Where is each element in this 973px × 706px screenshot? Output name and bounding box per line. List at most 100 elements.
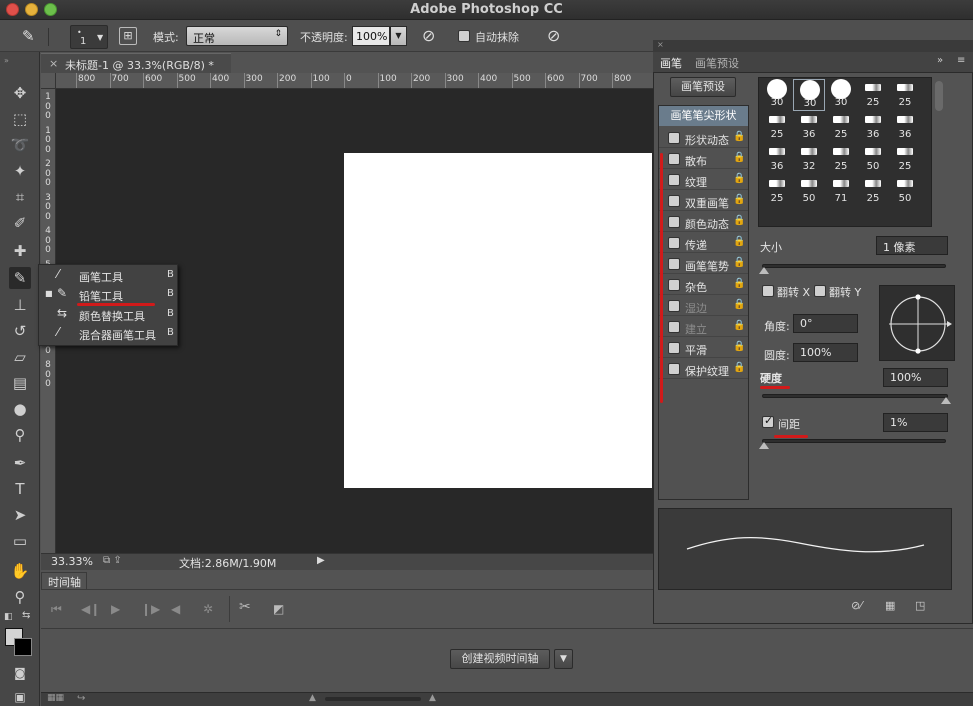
document-canvas[interactable] (344, 153, 652, 488)
pressure-opacity-icon[interactable]: ⊘ (422, 26, 435, 45)
flyout-item-color-replacement[interactable]: ⇆ 颜色替换工具 B (39, 305, 177, 324)
brush-tip-cell[interactable]: 32 (793, 143, 825, 175)
open-preset-manager-icon[interactable]: ▦ (885, 599, 895, 612)
dodge-tool-icon[interactable]: ⚲ (9, 424, 31, 446)
angle-roundness-widget[interactable] (879, 285, 955, 361)
lock-icon[interactable]: 🔒 (733, 173, 745, 184)
spacing-input[interactable]: 1% (883, 413, 948, 432)
gradient-tool-icon[interactable]: ▤ (9, 372, 31, 394)
brush-tip-cell[interactable]: 71 (825, 175, 857, 207)
brush-tip-cell[interactable]: 25 (889, 143, 921, 175)
lock-icon[interactable]: 🔒 (733, 362, 745, 373)
tab-brush-presets[interactable]: 画笔预设 (695, 55, 739, 71)
eraser-tool-icon[interactable]: ▱ (9, 346, 31, 368)
convert-icon[interactable]: ↪ (77, 693, 85, 704)
brush-setting-checkbox[interactable] (668, 279, 680, 291)
spacing-slider[interactable] (762, 439, 946, 443)
first-frame-icon[interactable]: ⏮ (51, 602, 62, 617)
lock-icon[interactable]: 🔒 (733, 131, 745, 142)
pen-tool-icon[interactable]: ✒ (9, 452, 31, 474)
pencil-tool-icon[interactable]: ✎ (9, 267, 31, 289)
flyout-item-mixer-brush[interactable]: ⁄ 混合器画笔工具 B (39, 324, 177, 343)
brush-setting-item[interactable]: 形状动态 🔒 (659, 129, 748, 148)
brush-setting-checkbox[interactable] (668, 258, 680, 270)
brush-tip-cell[interactable]: 25 (761, 111, 793, 143)
swap-colors-icon[interactable]: ⇆ (22, 610, 30, 621)
collapse-panel-icon[interactable]: » (937, 55, 943, 66)
brush-setting-checkbox[interactable] (668, 342, 680, 354)
scissors-icon[interactable]: ✂ (239, 599, 251, 615)
brush-tip-cell[interactable]: 25 (761, 175, 793, 207)
healing-brush-tool-icon[interactable]: ✚ (9, 240, 31, 262)
document-tab[interactable]: × 未标题-1 @ 33.3%(RGB/8) * (41, 53, 231, 73)
path-selection-tool-icon[interactable]: ➤ (9, 504, 31, 526)
grid-icon[interactable]: ▦▦ (47, 693, 64, 703)
default-colors-icon[interactable]: ◧ (4, 612, 13, 622)
spacing-checkbox[interactable]: ✓ (762, 414, 774, 428)
pencil-tool-preset-icon[interactable]: ✎ (22, 27, 35, 45)
blur-tool-icon[interactable]: ● (9, 398, 31, 420)
crop-tool-icon[interactable]: ⌗ (9, 186, 31, 208)
brush-tip-cell[interactable]: 25 (857, 175, 889, 207)
play-icon[interactable]: ▶ (111, 602, 120, 616)
lock-icon[interactable]: 🔒 (733, 299, 745, 310)
brush-tip-grid[interactable]: 30 30 30 25 25 25 36 25 36 36 36 32 25 50 25 25 50 71 25 50 (758, 77, 932, 227)
rectangle-tool-icon[interactable]: ▭ (9, 530, 31, 552)
brush-setting-item[interactable]: 双重画笔 🔒 (659, 192, 748, 211)
mode-select[interactable]: 正常 ⇕ (186, 26, 288, 46)
create-video-timeline-button[interactable]: 创建视频时间轴 (450, 649, 550, 669)
brush-tip-cell[interactable]: 36 (857, 111, 889, 143)
brush-tip-cell[interactable]: 30 (761, 79, 793, 111)
ruler-origin[interactable] (41, 73, 56, 89)
hardness-input[interactable]: 100% (883, 368, 948, 387)
brush-setting-checkbox[interactable] (668, 300, 680, 312)
brush-size-picker[interactable]: • 1 ▼ (70, 25, 108, 49)
background-color-swatch[interactable] (14, 638, 32, 656)
brush-panel-toggle-icon[interactable]: ⊞ (119, 27, 137, 45)
brush-tip-cell[interactable]: 36 (889, 111, 921, 143)
brush-setting-item[interactable]: 颜色动态 🔒 (659, 213, 748, 232)
brush-tip-cell[interactable]: 50 (857, 143, 889, 175)
next-frame-icon[interactable]: ❙▶ (141, 602, 160, 616)
brush-setting-item[interactable]: 散布 🔒 (659, 150, 748, 169)
brush-tip-cell[interactable]: 50 (889, 175, 921, 207)
history-brush-tool-icon[interactable]: ↺ (9, 320, 31, 342)
pressure-size-icon[interactable]: ⊘ (547, 26, 560, 45)
size-slider[interactable] (762, 264, 946, 268)
brush-setting-item[interactable]: 传递 🔒 (659, 234, 748, 253)
hardness-slider-thumb[interactable] (941, 397, 951, 404)
panel-menu-icon[interactable]: ≡ (957, 55, 965, 66)
share-icon[interactable]: ⧉ ⇪ (103, 555, 122, 566)
settings-gear-icon[interactable]: ✲ (203, 602, 213, 616)
play-arrow-icon[interactable]: ▶ (317, 555, 325, 566)
brush-tip-cell[interactable]: 36 (761, 143, 793, 175)
brush-setting-checkbox[interactable] (668, 174, 680, 186)
angle-input[interactable]: 0° (793, 314, 858, 333)
brush-setting-checkbox[interactable] (668, 321, 680, 333)
lock-icon[interactable]: 🔒 (733, 257, 745, 268)
brush-setting-item[interactable]: 杂色 🔒 (659, 276, 748, 295)
hand-tool-icon[interactable]: ✋ (9, 560, 31, 582)
close-icon[interactable]: × (657, 40, 664, 49)
create-new-brush-icon[interactable]: ◳ (915, 599, 925, 612)
brush-presets-button[interactable]: 画笔预设 (670, 77, 736, 97)
flip-y-checkbox[interactable] (814, 285, 826, 297)
eyedropper-tool-icon[interactable]: ✐ (9, 212, 31, 234)
clone-stamp-tool-icon[interactable]: ⊥ (9, 294, 31, 316)
grid-scrollbar[interactable] (935, 81, 943, 111)
opacity-dropdown-button[interactable]: ▼ (390, 26, 407, 46)
audio-icon[interactable]: ◀ (171, 602, 180, 616)
lock-icon[interactable]: 🔒 (733, 341, 745, 352)
flyout-item-brush[interactable]: ⁄ 画笔工具 B (39, 266, 177, 285)
transition-icon[interactable]: ◩ (273, 602, 284, 616)
brush-setting-checkbox[interactable] (668, 153, 680, 165)
brush-setting-item[interactable]: 保护纹理 🔒 (659, 360, 748, 379)
marquee-tool-icon[interactable]: ⬚ (9, 108, 31, 130)
opacity-input[interactable]: 100% (352, 26, 390, 46)
hardness-slider[interactable] (762, 394, 948, 398)
lock-icon[interactable]: 🔒 (733, 152, 745, 163)
toggle-bristle-preview-icon[interactable]: ⊘⁄ (851, 599, 862, 612)
brush-setting-item[interactable]: 纹理 🔒 (659, 171, 748, 190)
quick-mask-icon[interactable]: ◙ (9, 662, 31, 684)
flip-x-checkbox[interactable] (762, 285, 774, 297)
